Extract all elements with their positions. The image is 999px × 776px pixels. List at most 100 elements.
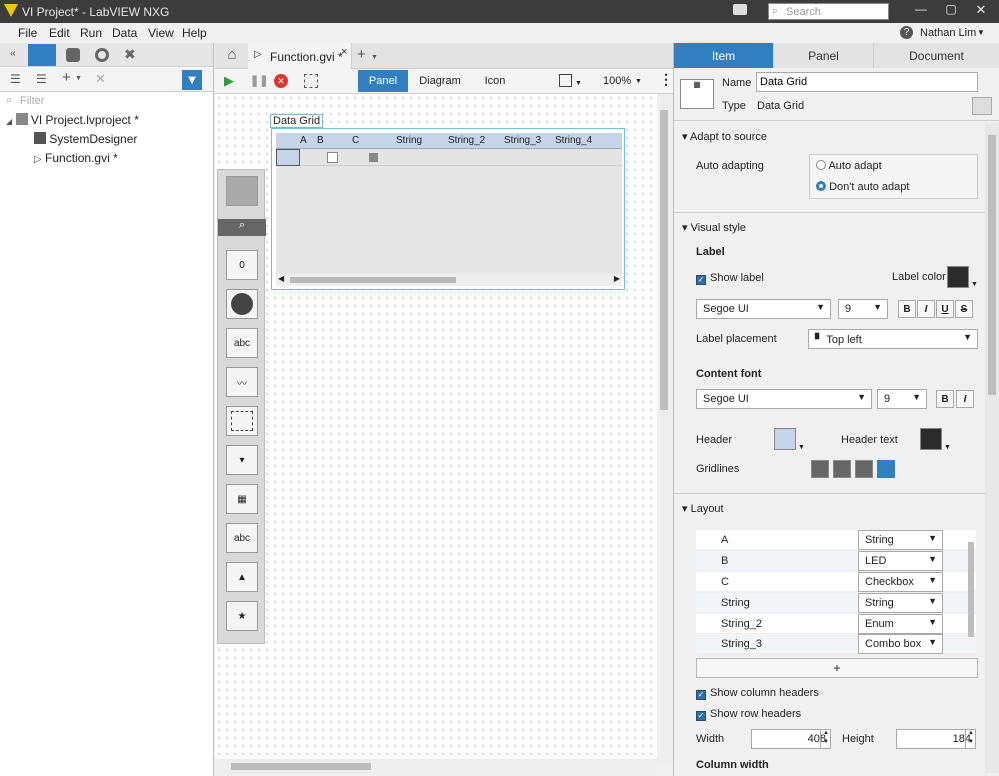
gridlines-none-icon[interactable] bbox=[811, 460, 829, 478]
delete-icon[interactable]: ✕ bbox=[95, 71, 106, 87]
more-icon[interactable]: ⋮ bbox=[659, 71, 673, 88]
minimize-button[interactable]: — bbox=[907, 2, 935, 20]
visual-style-header[interactable]: ▾ Visual style bbox=[682, 221, 746, 234]
checkbox-cell-icon[interactable] bbox=[327, 152, 338, 163]
tree-item-systemdesigner[interactable]: SystemDesigner bbox=[6, 132, 139, 151]
add-column-button[interactable]: + bbox=[696, 658, 978, 678]
radio-auto-adapt[interactable]: Auto adapt bbox=[816, 160, 882, 172]
properties-vscroll[interactable] bbox=[985, 123, 999, 773]
dropdown-control-icon[interactable]: ▾ bbox=[226, 445, 258, 475]
menu-edit[interactable]: Edit bbox=[49, 26, 70, 40]
grid-col-string-2[interactable]: String_2 bbox=[448, 135, 485, 146]
header-color-swatch[interactable] bbox=[774, 428, 796, 450]
indent-list-icon[interactable]: ☰ bbox=[10, 72, 21, 86]
list-item[interactable]: A String ▼ bbox=[696, 530, 976, 550]
grid-col-string[interactable]: String bbox=[396, 135, 422, 146]
show-column-headers-checkbox[interactable]: ✓ Show column headers bbox=[696, 687, 819, 700]
label-placement-select[interactable]: ▘ Top left ▼ bbox=[808, 329, 978, 349]
list-icon[interactable]: ☰ bbox=[36, 72, 47, 86]
data-grid[interactable]: A B C String String_2 String_3 String_4 … bbox=[271, 128, 625, 290]
cube-icon[interactable] bbox=[972, 97, 992, 115]
tab-function[interactable]: ▷ Function.gvi * × bbox=[248, 43, 352, 69]
gridlines-vertical-icon[interactable] bbox=[855, 460, 873, 478]
list-item[interactable]: B LED ▼ bbox=[696, 551, 976, 571]
menu-run[interactable]: Run bbox=[80, 26, 102, 40]
tab-document[interactable]: Document bbox=[874, 43, 999, 68]
numeric-control-icon[interactable]: 0 bbox=[226, 250, 258, 280]
string-control-icon[interactable]: abc bbox=[226, 328, 258, 358]
list-item[interactable]: String_2 Enum ▼ bbox=[696, 614, 976, 634]
snap-icon[interactable] bbox=[304, 74, 318, 88]
canvas-hscroll[interactable] bbox=[215, 759, 657, 774]
adapt-section-header[interactable]: ▾ Adapt to source bbox=[682, 130, 767, 143]
palette-search-icon[interactable]: ⌕ bbox=[218, 219, 266, 236]
tab-dropdown-icon[interactable]: ▼ bbox=[371, 54, 378, 61]
gridlines-both-icon[interactable] bbox=[877, 460, 895, 478]
header-text-dropdown-icon[interactable]: ▼ bbox=[944, 444, 951, 451]
show-label-checkbox[interactable]: ✓ Show label bbox=[696, 272, 764, 285]
filter-input[interactable]: ⌕ Filter bbox=[2, 94, 210, 110]
add-dropdown-icon[interactable]: ▼ bbox=[75, 75, 82, 82]
height-stepper[interactable]: ▲ ▼ bbox=[965, 729, 976, 749]
data-grid-label[interactable]: Data Grid bbox=[270, 114, 324, 128]
zoom-level[interactable]: 100% bbox=[603, 75, 631, 87]
palette-drop-icon[interactable] bbox=[226, 176, 258, 206]
data-grid-icon[interactable]: ▦ bbox=[226, 484, 258, 514]
shape-select-icon[interactable] bbox=[559, 74, 572, 87]
tools-icon[interactable]: ✖ bbox=[124, 46, 136, 63]
run-icon[interactable]: ▶ bbox=[224, 73, 234, 89]
height-input[interactable]: 184 bbox=[896, 729, 976, 749]
close-button[interactable]: ✕ bbox=[967, 2, 995, 20]
grid-col-c[interactable]: C bbox=[352, 135, 359, 146]
label-color-dropdown-icon[interactable]: ▼ bbox=[971, 281, 978, 288]
abort-icon[interactable]: ✕ bbox=[274, 74, 288, 88]
tab-panel[interactable]: Panel bbox=[358, 70, 408, 92]
grid-col-a[interactable]: A bbox=[300, 135, 307, 146]
database-icon[interactable] bbox=[66, 48, 80, 62]
list-item[interactable]: String String ▼ bbox=[696, 593, 976, 613]
label-color-swatch[interactable] bbox=[947, 266, 969, 288]
grid-col-string-3[interactable]: String_3 bbox=[504, 135, 541, 146]
header-text-swatch[interactable] bbox=[920, 428, 942, 450]
home-icon[interactable]: ⌂ bbox=[219, 46, 245, 66]
radio-dont-auto-adapt[interactable]: Don't auto adapt bbox=[816, 181, 909, 193]
grid-col-b[interactable]: B bbox=[317, 135, 324, 146]
tree-item-function[interactable]: ▷ Function.gvi * bbox=[6, 151, 139, 170]
list-vscroll[interactable] bbox=[968, 542, 974, 637]
content-bold-button[interactable]: B bbox=[936, 390, 954, 408]
strikethrough-button[interactable]: S bbox=[955, 300, 973, 318]
tab-close-icon[interactable]: × bbox=[341, 46, 347, 58]
add-icon[interactable]: + bbox=[62, 69, 71, 86]
zoom-dropdown-icon[interactable]: ▼ bbox=[635, 78, 642, 85]
panel-canvas[interactable]: ⌕ 0 abc 〰 ▾ ▦ abc ▲ ★ Data Grid A B C St… bbox=[215, 94, 657, 763]
label-font-select[interactable]: Segoe UI ▼ bbox=[696, 299, 831, 319]
settings-icon[interactable] bbox=[95, 48, 109, 62]
menu-view[interactable]: View bbox=[148, 26, 174, 40]
label-size-select[interactable]: 9 ▼ bbox=[838, 299, 888, 319]
text-box-icon[interactable]: abc bbox=[226, 523, 258, 553]
underline-button[interactable]: U bbox=[936, 300, 954, 318]
expand-icon[interactable]: ◢ bbox=[6, 117, 12, 126]
grid-row[interactable] bbox=[276, 149, 622, 166]
graph-control-icon[interactable]: 〰 bbox=[226, 367, 258, 397]
canvas-vscroll[interactable] bbox=[657, 94, 673, 763]
user-name[interactable]: Nathan Lim bbox=[920, 27, 976, 39]
italic-button[interactable]: I bbox=[917, 300, 935, 318]
container-icon[interactable] bbox=[226, 406, 258, 436]
grid-hscroll[interactable]: ◀ ▶ bbox=[276, 274, 622, 286]
maximize-button[interactable]: ▢ bbox=[937, 2, 965, 20]
tab-panel-props[interactable]: Panel bbox=[774, 43, 874, 68]
menu-help[interactable]: Help bbox=[182, 26, 207, 40]
menu-file[interactable]: File bbox=[18, 26, 37, 40]
tab-item[interactable]: Item bbox=[674, 43, 774, 68]
search-input[interactable]: ⌕ Search bbox=[768, 3, 889, 20]
header-color-dropdown-icon[interactable]: ▼ bbox=[798, 444, 805, 451]
bold-button[interactable]: B bbox=[898, 300, 916, 318]
list-item[interactable]: C Checkbox ▼ bbox=[696, 572, 976, 592]
list-item[interactable]: String_3 Combo box ▼ bbox=[696, 634, 976, 654]
pause-icon[interactable]: ❚❚ bbox=[250, 74, 268, 87]
gridlines-horizontal-icon[interactable] bbox=[833, 460, 851, 478]
tab-diagram[interactable]: Diagram bbox=[410, 70, 470, 92]
shape-dropdown-icon[interactable]: ▼ bbox=[575, 80, 582, 87]
led-cell-icon[interactable] bbox=[369, 153, 378, 162]
